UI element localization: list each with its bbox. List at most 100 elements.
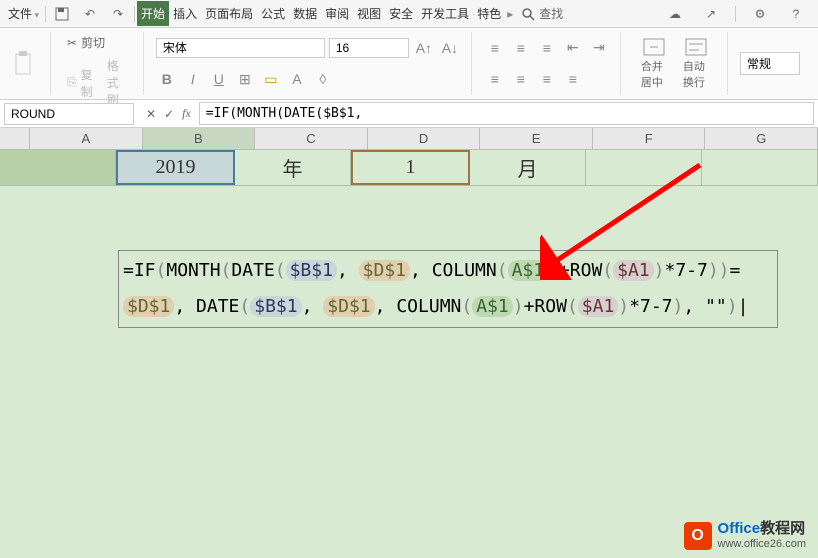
- cell-a1[interactable]: [0, 150, 116, 185]
- tab-devtools[interactable]: 开发工具: [417, 1, 473, 26]
- cut-button[interactable]: ✂ 剪切: [63, 32, 133, 53]
- cell-formula-editor[interactable]: =IF(MONTH(DATE($B$1, $D$1, COLUMN(A$1)+R…: [118, 250, 778, 328]
- copy-icon: ⎘: [67, 75, 77, 90]
- separator: [134, 6, 135, 22]
- align-bottom-icon[interactable]: ≡: [536, 37, 558, 59]
- clipboard-actions: ✂ 剪切 ⎘ 复制 格式刷: [63, 32, 144, 95]
- tok-date2: DATE: [196, 296, 239, 317]
- col-header-b[interactable]: B: [143, 128, 256, 149]
- ref-a1r-2: $A1: [578, 296, 619, 317]
- formula-bar-icons: ✕ ✓ fx: [138, 106, 199, 121]
- tab-insert[interactable]: 插入: [169, 1, 201, 26]
- increase-font-icon[interactable]: A↑: [413, 37, 435, 59]
- watermark: O Office教程网 www.office26.com: [684, 521, 806, 550]
- align-right-icon[interactable]: ≡: [536, 68, 558, 90]
- cell-f1[interactable]: [586, 150, 702, 185]
- cancel-icon[interactable]: ✕: [146, 107, 156, 121]
- confirm-icon[interactable]: ✓: [164, 107, 174, 121]
- font-size-select[interactable]: [329, 38, 409, 58]
- tok-if: =IF: [123, 260, 156, 281]
- undo-icon[interactable]: ↶: [80, 4, 100, 24]
- justify-icon[interactable]: ≡: [562, 68, 584, 90]
- tok-column: COLUMN: [432, 260, 497, 281]
- wrap-label: 自动换行: [683, 58, 709, 90]
- more-tabs-icon[interactable]: ▸: [507, 7, 513, 21]
- select-all-corner[interactable]: [0, 128, 30, 149]
- wm-url: www.office26.com: [718, 538, 806, 550]
- border-button[interactable]: ⊞: [234, 68, 256, 90]
- fx-icon[interactable]: fx: [182, 106, 191, 121]
- ribbon: ✂ 剪切 ⎘ 复制 格式刷 A↑ A↓ B I U ⊞ ▭ A ◊ ≡ ≡: [0, 28, 818, 100]
- tok-row2: ROW: [534, 296, 567, 317]
- tab-start[interactable]: 开始: [137, 1, 169, 26]
- col-header-g[interactable]: G: [705, 128, 818, 149]
- merge-button[interactable]: 合并居中: [633, 32, 675, 95]
- italic-button[interactable]: I: [182, 68, 204, 90]
- tok-row: ROW: [570, 260, 603, 281]
- font-color-button[interactable]: A: [286, 68, 308, 90]
- search-label: 查找: [539, 5, 563, 22]
- ref-b1-2: $B$1: [250, 296, 301, 317]
- tab-view[interactable]: 视图: [353, 1, 385, 26]
- col-header-a[interactable]: A: [30, 128, 143, 149]
- font-name-select[interactable]: [156, 38, 325, 58]
- tab-security[interactable]: 安全: [385, 1, 417, 26]
- col-header-c[interactable]: C: [255, 128, 368, 149]
- cell-c1[interactable]: 年: [235, 150, 351, 185]
- wrap-button[interactable]: 自动换行: [675, 32, 717, 95]
- save-icon[interactable]: [52, 4, 72, 24]
- tok-column2: COLUMN: [396, 296, 461, 317]
- file-menu[interactable]: 文件: [4, 1, 43, 26]
- indent-left-icon[interactable]: ⇤: [562, 37, 584, 59]
- align-middle-icon[interactable]: ≡: [510, 37, 532, 59]
- underline-button[interactable]: U: [208, 68, 230, 90]
- name-box[interactable]: [4, 103, 134, 125]
- tok-eq: =: [730, 260, 741, 281]
- align-top-icon[interactable]: ≡: [484, 37, 506, 59]
- tok-tail2: *7-7: [629, 296, 672, 317]
- tab-data[interactable]: 数据: [289, 1, 321, 26]
- highlight-button[interactable]: ◊: [312, 68, 334, 90]
- tab-layout[interactable]: 页面布局: [201, 1, 257, 26]
- number-format-select[interactable]: 常规: [740, 52, 800, 75]
- merge-group: 合并居中 自动换行: [633, 32, 728, 95]
- cell-d1[interactable]: 1: [351, 150, 470, 185]
- indent-right-icon[interactable]: ⇥: [588, 37, 610, 59]
- tab-review[interactable]: 审阅: [321, 1, 353, 26]
- cell-e1[interactable]: 月: [470, 150, 586, 185]
- wm-title-en: Office: [718, 520, 761, 537]
- cell-g1[interactable]: [702, 150, 818, 185]
- cut-label: 剪切: [81, 34, 105, 51]
- col-header-e[interactable]: E: [480, 128, 593, 149]
- paste-icon: [12, 50, 36, 78]
- decrease-font-icon[interactable]: A↓: [439, 37, 461, 59]
- ref-a1: A$1: [508, 260, 549, 281]
- ref-b1: $B$1: [286, 260, 337, 281]
- cloud-icon[interactable]: ☁: [665, 4, 685, 24]
- align-center-icon[interactable]: ≡: [510, 68, 532, 90]
- grid-body[interactable]: 2019 年 1 月 =IF(MONTH(DATE($B$1, $D$1, CO…: [0, 150, 818, 558]
- redo-icon[interactable]: ↷: [108, 4, 128, 24]
- paste-button[interactable]: [8, 48, 40, 80]
- cell-b1[interactable]: 2019: [116, 150, 235, 185]
- help-icon[interactable]: ?: [786, 4, 806, 24]
- col-header-f[interactable]: F: [593, 128, 706, 149]
- formula-input[interactable]: [199, 102, 814, 125]
- bold-button[interactable]: B: [156, 68, 178, 90]
- search-box[interactable]: 查找: [521, 5, 563, 22]
- copy-label: 复制: [81, 66, 93, 100]
- settings-icon[interactable]: ⚙: [750, 4, 770, 24]
- tab-formula[interactable]: 公式: [257, 1, 289, 26]
- ref-a1-2: A$1: [472, 296, 513, 317]
- search-icon: [521, 7, 535, 21]
- clipboard-group: [8, 32, 51, 95]
- right-toolbar: ☁ ↗ ⚙ ?: [661, 4, 818, 24]
- scissors-icon: ✂: [67, 36, 77, 50]
- merge-label: 合并居中: [641, 58, 667, 90]
- align-left-icon[interactable]: ≡: [484, 68, 506, 90]
- col-header-d[interactable]: D: [368, 128, 481, 149]
- fill-color-button[interactable]: ▭: [260, 68, 282, 90]
- share-icon[interactable]: ↗: [701, 4, 721, 24]
- wm-title-cn: 教程网: [760, 520, 805, 537]
- tab-special[interactable]: 特色: [473, 1, 505, 26]
